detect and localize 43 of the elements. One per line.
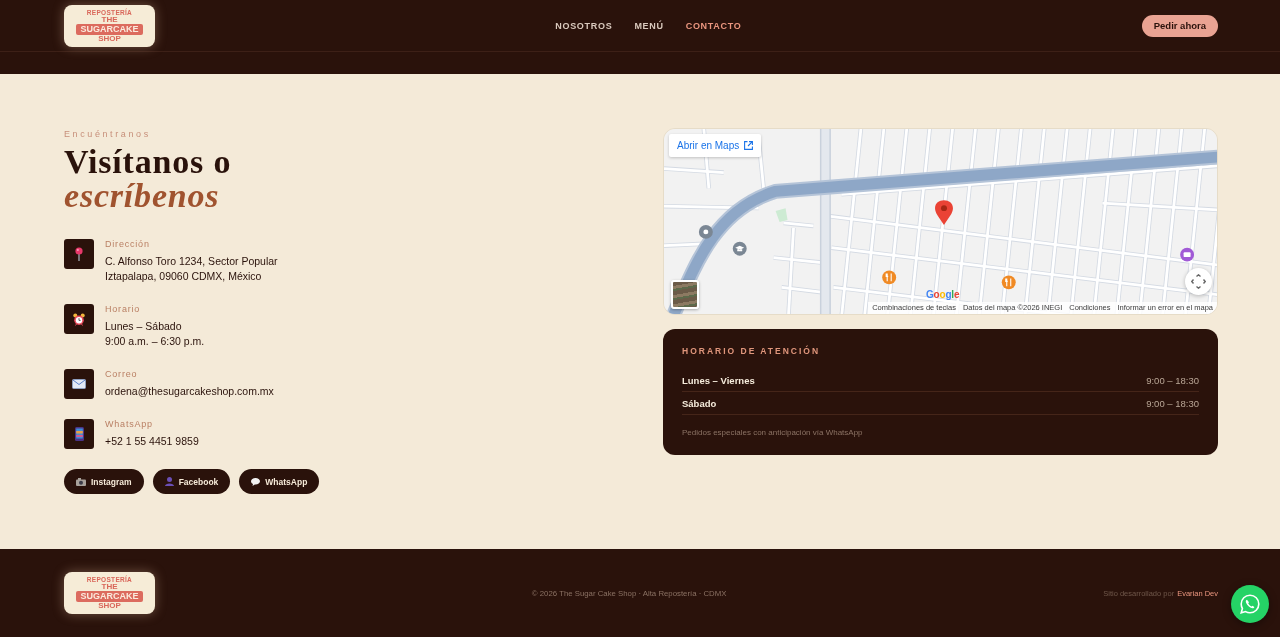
nav-link[interactable]: NOSOTROS [555, 20, 613, 31]
place-marker-icon [698, 224, 713, 239]
contact-value: C. Alfonso Toro 1234, Sector Popular Iztapalapa, 09060 CDMX, México [105, 254, 278, 284]
section-heading: Visítanos o escríbenos [64, 145, 233, 213]
section-eyebrow: Encuéntranos [64, 128, 152, 140]
pin-icon [64, 239, 94, 269]
contact-value: ordena@thesugarcakeshop.com.mx [105, 384, 274, 399]
phone-bubble-icon [1240, 594, 1260, 614]
satellite-thumbnail[interactable] [671, 280, 699, 309]
hours-day: Sábado [682, 398, 717, 410]
hours-day: Lunes – Viernes [682, 375, 755, 387]
shop-marker-icon [1180, 247, 1195, 262]
social-button[interactable]: Instagram [64, 469, 144, 494]
map-pin-icon [935, 200, 953, 225]
social-button[interactable]: Facebook [152, 469, 231, 494]
contact-value: Lunes – Sábado 9:00 a.m. – 6:30 p.m. [105, 319, 205, 349]
external-link-icon [744, 141, 754, 150]
contact-label: Horario [105, 303, 142, 315]
alarm-clock-icon [64, 304, 94, 334]
hours-time: 9:00 – 18:30 [1146, 375, 1199, 387]
contact-label: WhatsApp [105, 418, 154, 430]
speech-bubble-icon [251, 477, 261, 486]
four-arrows-icon [1191, 274, 1206, 289]
contact-label: Correo [105, 368, 139, 380]
nav-link[interactable]: CONTACTO [685, 20, 742, 31]
order-button[interactable]: Pedir ahora [1141, 14, 1218, 37]
contact-value: +52 1 55 4451 9859 [105, 434, 199, 449]
hours-title: HORARIO DE ATENCIÓN [682, 346, 822, 356]
person-icon [164, 477, 174, 486]
envelope-icon [64, 369, 94, 399]
park-area [775, 208, 788, 222]
school-marker-icon [732, 241, 747, 256]
map-logo: Google [926, 289, 960, 300]
phone-icon [64, 419, 94, 449]
social-button[interactable]: WhatsApp [239, 469, 320, 494]
restaurant-marker-icon [882, 270, 897, 285]
hours-note: Pedidos especiales con anticipación vía WhatsApp [682, 427, 864, 438]
hours-time: 9:00 – 18:30 [1146, 398, 1199, 410]
open-maps-link[interactable]: Abrir en Maps [669, 134, 762, 157]
restaurant-marker-icon [1001, 275, 1016, 290]
nav-link[interactable]: MENÚ [634, 20, 664, 31]
camera-icon [76, 477, 86, 486]
contact-label: Dirección [105, 238, 151, 250]
